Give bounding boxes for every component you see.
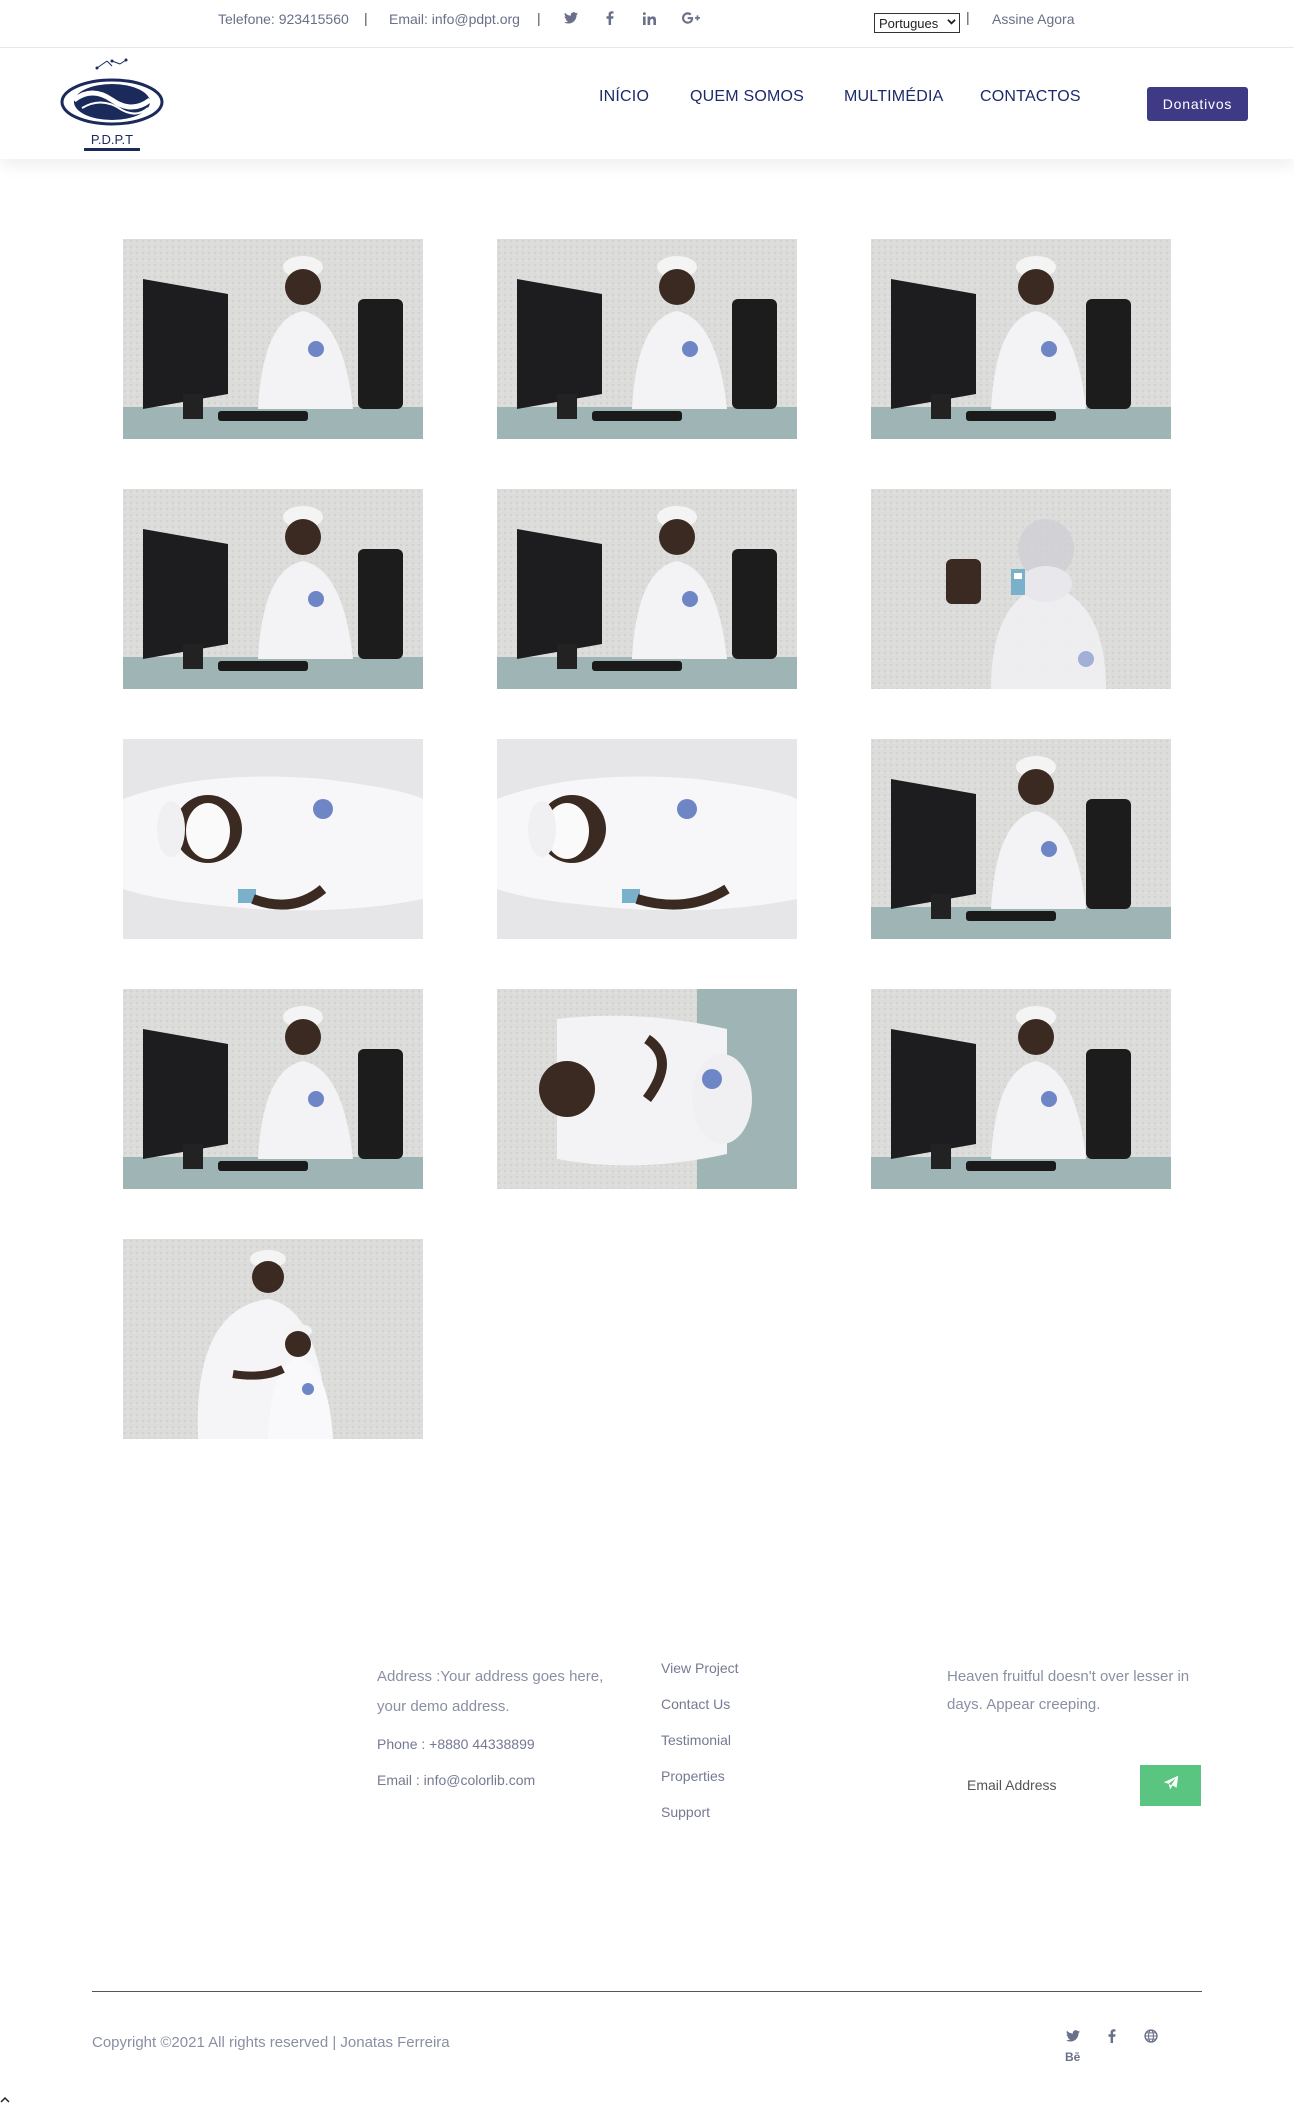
- footer-phone: Phone : +8880 44338899: [377, 1736, 535, 1752]
- newsletter-email-input[interactable]: Email Address: [947, 1765, 1141, 1806]
- separator: |: [537, 10, 541, 26]
- gallery-photo[interactable]: [871, 489, 1171, 689]
- gallery-photo[interactable]: [123, 489, 423, 689]
- copyright-text: Copyright ©2021 All rights reserved | Jo…: [92, 2034, 450, 2051]
- footer-email: Email : info@colorlib.com: [377, 1772, 536, 1788]
- footer-address: Address :Your address goes here, your de…: [377, 1668, 604, 1715]
- gallery-photo[interactable]: [123, 739, 423, 939]
- gallery-photo[interactable]: [497, 239, 797, 439]
- logo-text: P.D.P.T: [91, 132, 133, 147]
- paper-plane-icon: [1163, 1775, 1179, 1796]
- subscribe-link[interactable]: Assine Agora: [992, 11, 1075, 27]
- donate-button[interactable]: Donativos: [1147, 87, 1248, 121]
- top-bar: Telefone: 923415560 | Email: info@pdpt.o…: [0, 0, 1294, 48]
- facebook-icon[interactable]: [1102, 2026, 1122, 2046]
- gallery-photo[interactable]: [871, 239, 1171, 439]
- linkedin-icon[interactable]: [640, 9, 658, 27]
- separator: |: [966, 9, 970, 25]
- send-button[interactable]: [1140, 1765, 1201, 1806]
- footer-link-support[interactable]: Support: [661, 1804, 710, 1820]
- nav-multimedia[interactable]: MULTIMÉDIA: [844, 88, 943, 106]
- main-header: P.D.P.T INÍCIO QUEM SOMOS MULTIMÉDIA CON…: [0, 48, 1294, 159]
- facebook-icon[interactable]: [601, 9, 619, 27]
- gallery-photo[interactable]: [871, 989, 1171, 1189]
- separator: |: [364, 10, 368, 26]
- footer-divider: [92, 1991, 1202, 1992]
- gallery-photo[interactable]: [123, 1239, 423, 1439]
- gallery-photo[interactable]: [123, 989, 423, 1189]
- gallery-photo[interactable]: [123, 239, 423, 439]
- nav-inicio[interactable]: INÍCIO: [599, 88, 649, 106]
- footer-link-testimonial[interactable]: Testimonial: [661, 1732, 731, 1748]
- gallery-photo[interactable]: [497, 739, 797, 939]
- google-plus-icon[interactable]: [682, 9, 700, 27]
- gallery-photo[interactable]: [497, 489, 797, 689]
- footer-link-view-project[interactable]: View Project: [661, 1660, 739, 1676]
- twitter-icon[interactable]: [562, 9, 580, 27]
- scroll-up-icon[interactable]: [0, 2093, 10, 2107]
- footer-link-contact-us[interactable]: Contact Us: [661, 1696, 730, 1712]
- twitter-icon[interactable]: [1063, 2026, 1083, 2046]
- language-select[interactable]: Portugues: [874, 13, 960, 33]
- nav-contactos[interactable]: CONTACTOS: [980, 88, 1081, 106]
- gallery-photo[interactable]: [497, 989, 797, 1189]
- logo[interactable]: P.D.P.T: [52, 56, 172, 156]
- chevron-down-icon: [947, 17, 956, 28]
- nav-quem-somos[interactable]: QUEM SOMOS: [690, 88, 804, 106]
- behance-icon[interactable]: Bē: [1065, 2050, 1080, 2064]
- language-value: Portugues: [879, 15, 939, 31]
- phone-text: Telefone: 923415560: [218, 11, 349, 27]
- footer-link-properties[interactable]: Properties: [661, 1768, 725, 1784]
- gallery-photo[interactable]: [871, 739, 1171, 939]
- globe-icon[interactable]: [1141, 2026, 1161, 2046]
- newsletter-text: Heaven fruitful doesn't over lesser in d…: [947, 1668, 1190, 1713]
- email-link[interactable]: Email: info@pdpt.org: [389, 11, 520, 27]
